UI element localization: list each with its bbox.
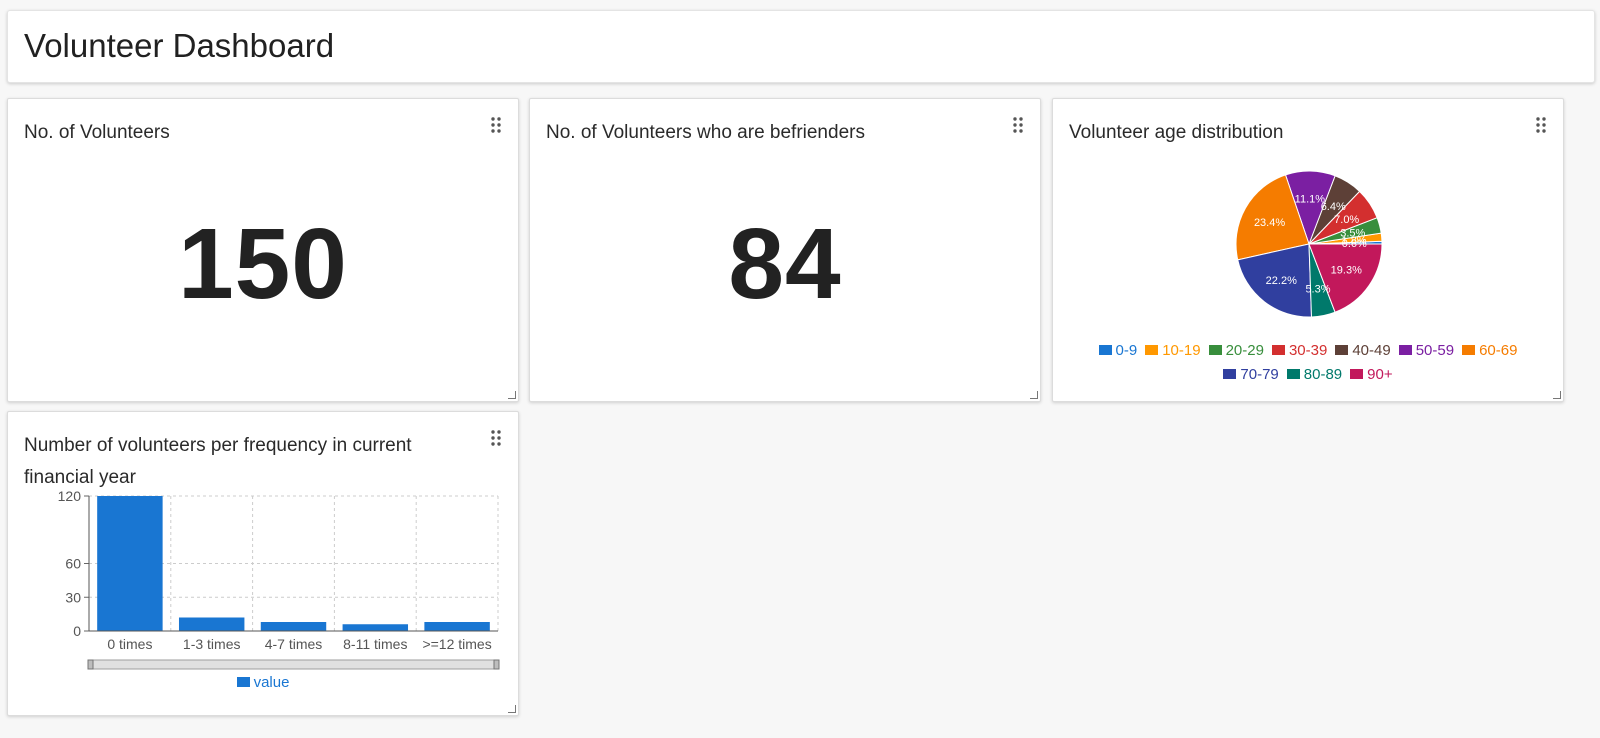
widget-title: No. of Volunteers <box>24 122 170 143</box>
legend-label: 80-89 <box>1303 366 1343 383</box>
pie-slice-label: 22.2% <box>1266 275 1297 287</box>
legend-label: 90+ <box>1367 366 1393 383</box>
legend-label: 40-49 <box>1352 342 1391 359</box>
pie-slice-label: 5.3% <box>1305 283 1330 295</box>
legend-item-60-69[interactable]: 60-69 <box>1462 339 1517 363</box>
legend-swatch <box>1145 345 1159 355</box>
pie-slice-label: 7.0% <box>1334 214 1359 226</box>
legend-swatch <box>1398 345 1412 355</box>
bar-1-3 times[interactable] <box>178 617 245 632</box>
legend-label: value <box>253 674 290 691</box>
pie-slice-label: 3.5% <box>1340 227 1365 239</box>
legend-item-40-49[interactable]: 40-49 <box>1335 339 1391 363</box>
y-tick-label: 30 <box>65 589 81 605</box>
age-pie-legend: 0-9 10-19 20-29 30-39 40-49 50-59 60-69 70-79 80… <box>1073 339 1543 387</box>
chart-zoom-scrollbar[interactable] <box>87 659 500 670</box>
age-pie-chart: 0.6%1.8%3.5%7.0%6.4%11.1%23.4%22.2%5.3%1… <box>1235 170 1383 318</box>
legend-swatch <box>1271 345 1285 355</box>
pie-slice-label: 11.1% <box>1295 194 1326 206</box>
x-tick-label: 8-11 times <box>343 636 407 652</box>
resize-handle[interactable] <box>508 705 516 713</box>
y-tick-label: 0 <box>73 623 81 639</box>
legend-item-50-59[interactable]: 50-59 <box>1398 339 1455 363</box>
legend-item-0-9[interactable]: 0-9 <box>1098 339 1138 363</box>
widget-frequency: Number of volunteers per frequency in cu… <box>7 411 519 716</box>
bar->=12 times[interactable] <box>424 622 490 631</box>
legend-label: 20-29 <box>1225 342 1264 359</box>
x-tick-label: 1-3 times <box>183 636 241 652</box>
widget-befriender-count: No. of Volunteers who are befrienders 84 <box>529 98 1041 402</box>
legend-swatch <box>1208 345 1222 355</box>
drag-handle-icon[interactable] <box>1012 116 1024 134</box>
legend-label: 30-39 <box>1288 342 1328 359</box>
resize-handle[interactable] <box>508 391 516 399</box>
bar-4-7 times[interactable] <box>260 622 327 631</box>
x-tick-label: >=12 times <box>422 636 491 652</box>
legend-swatch <box>1286 369 1300 379</box>
legend-swatch <box>236 677 250 687</box>
widget-title: No. of Volunteers who are befrienders <box>546 122 865 143</box>
drag-handle-icon[interactable] <box>490 116 502 134</box>
scrollbar-left-handle[interactable] <box>87 659 94 670</box>
legend-item-90+[interactable]: 90+ <box>1350 363 1393 387</box>
dashboard-header: Volunteer Dashboard <box>7 10 1595 83</box>
pie-slice-label: 19.3% <box>1331 265 1362 277</box>
legend-item-20-29[interactable]: 20-29 <box>1208 339 1264 363</box>
frequency-bar-legend: value <box>8 674 518 691</box>
bar-0 times[interactable] <box>97 496 163 631</box>
legend-swatch <box>1462 345 1476 355</box>
volunteer-count-value: 150 <box>178 208 348 320</box>
legend-item-10-19[interactable]: 10-19 <box>1145 339 1201 363</box>
page-title: Volunteer Dashboard <box>24 27 335 64</box>
scrollbar-right-handle[interactable] <box>493 659 500 670</box>
legend-label: 10-19 <box>1162 342 1201 359</box>
y-tick-label: 60 <box>65 556 81 572</box>
legend-item-80-89[interactable]: 80-89 <box>1286 363 1343 387</box>
legend-swatch <box>1335 345 1349 355</box>
y-tick-label: 120 <box>58 488 82 504</box>
legend-swatch <box>1098 345 1112 355</box>
widget-age-distribution: Volunteer age distribution 0.6% 1.8% 3.5% 7… <box>1052 98 1564 402</box>
legend-item-30-39[interactable]: 30-39 <box>1271 339 1328 363</box>
x-tick-label: 0 times <box>107 636 152 652</box>
widget-volunteer-count: No. of Volunteers 150 <box>7 98 519 402</box>
legend-label: 70-79 <box>1240 366 1279 383</box>
resize-handle[interactable] <box>1030 391 1038 399</box>
pie-slice-label: 23.4% <box>1254 217 1285 229</box>
resize-handle[interactable] <box>1553 391 1561 399</box>
befriender-count-value: 84 <box>728 208 842 320</box>
legend-swatch <box>1223 369 1237 379</box>
x-tick-label: 4-7 times <box>265 636 323 652</box>
legend-swatch <box>1350 369 1364 379</box>
bar-8-11 times[interactable] <box>342 624 409 631</box>
legend-item-70-79[interactable]: 70-79 <box>1223 363 1279 387</box>
legend-label: 0-9 <box>1115 342 1138 359</box>
legend-label: 60-69 <box>1479 342 1518 359</box>
frequency-bar-chart: 0 30 60 120 0 times 1-3 times 4-7 times 8-11 ti… <box>58 488 500 670</box>
legend-label: 50-59 <box>1415 342 1455 359</box>
